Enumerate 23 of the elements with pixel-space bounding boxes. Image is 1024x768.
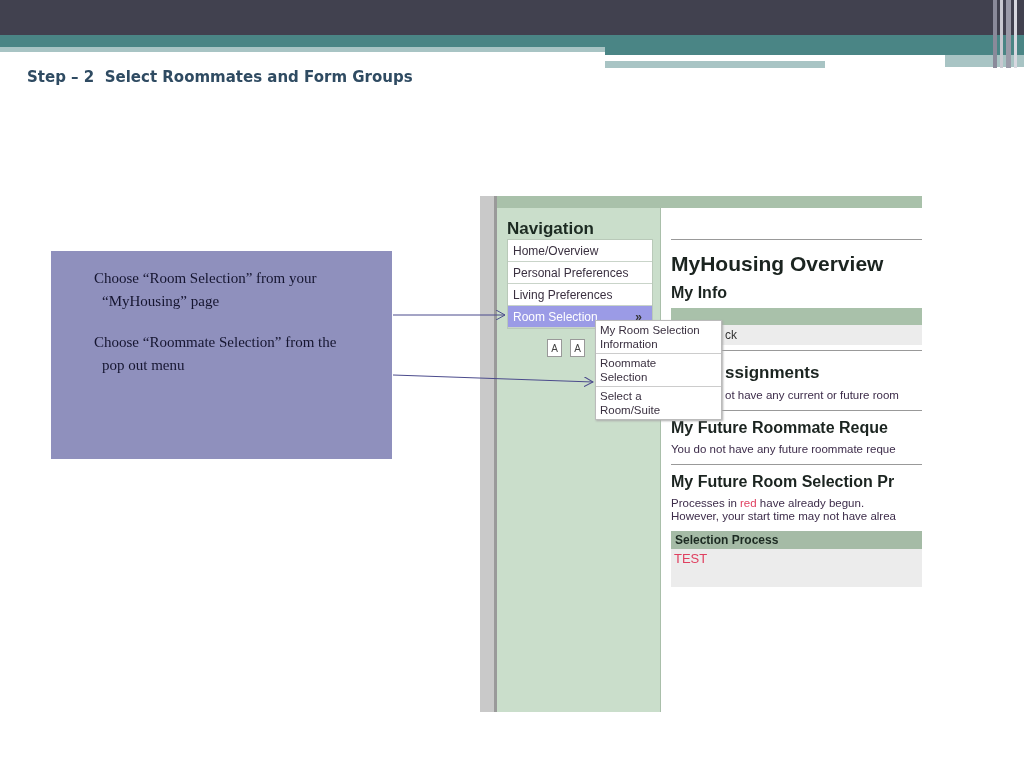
table-cell: ck [725,328,737,342]
section-heading: My Info [671,284,727,302]
instruction-text: Choose “Roommate Selection” from the pop out menu [94,333,338,375]
text-size-button[interactable]: A [570,339,585,357]
body-text: ot have any current or future room [725,389,899,401]
section-heading: My Future Roommate Reque [671,419,888,437]
text-size-button[interactable]: A [547,339,562,357]
body-text: You do not have any future roommate reque [671,443,896,455]
page-heading: MyHousing Overview [671,252,884,276]
column-header: Selection Process [675,533,779,547]
instruction-text: Choose “Room Selection” from your “MyHousing” page [94,269,318,311]
navigation-heading: Navigation [507,219,594,239]
menu-item[interactable]: Roommate Selection [596,354,721,387]
body-text: However, your start time may not have alrea [671,510,896,522]
section-heading: My Future Room Selection Pr [671,473,895,491]
menu-item[interactable]: My Room Selection Information [596,321,721,354]
nav-item[interactable]: Home/Overview [508,240,652,262]
nav-item[interactable]: Personal Preferences [508,262,652,284]
section-heading: ssignments [725,363,820,383]
menu-item[interactable]: Select a Room/Suite [596,387,721,419]
table-cell: TEST [674,551,708,566]
body-text: Processes in red have already begun. [671,497,865,509]
slide-title: Step – 2 Select Roommates and Form Groups [27,68,413,86]
